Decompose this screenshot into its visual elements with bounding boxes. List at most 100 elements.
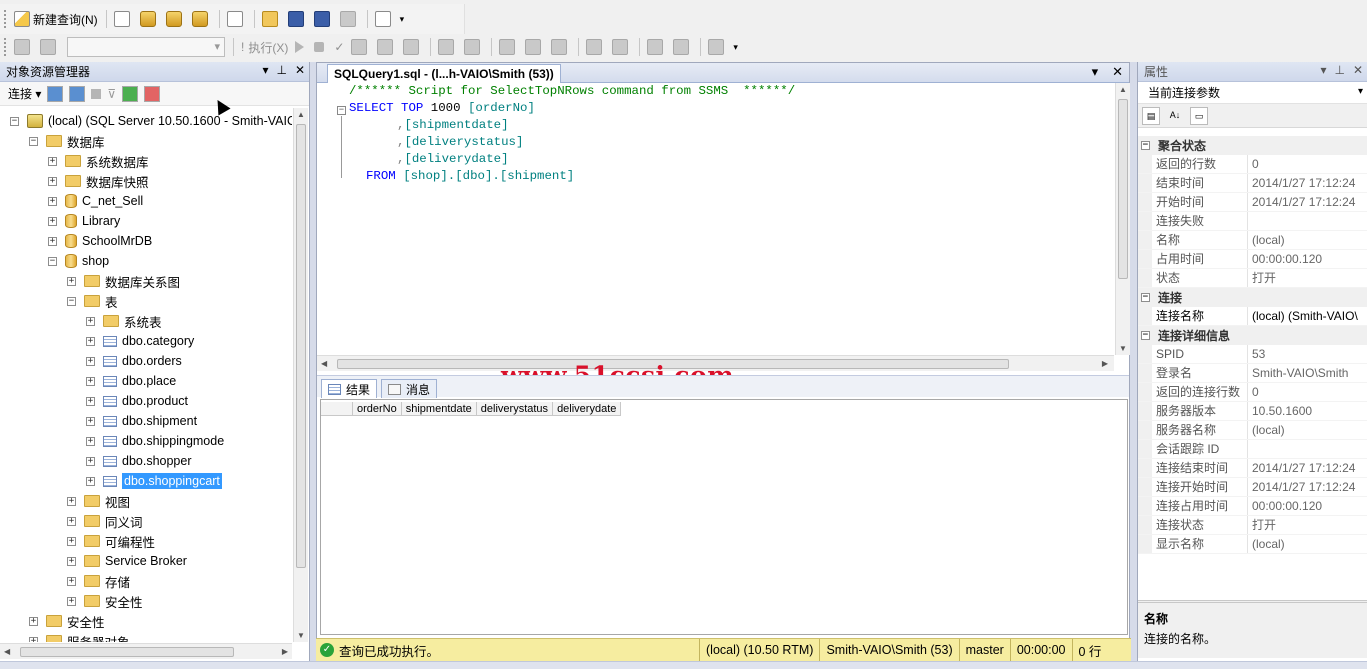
refresh-icon[interactable] — [122, 85, 139, 102]
tree-node[interactable]: − shop — [48, 251, 109, 271]
tree-node[interactable]: + 数据库快照 — [48, 171, 149, 191]
collapse-icon[interactable]: − — [67, 296, 76, 306]
connect-button[interactable] — [11, 36, 36, 58]
expand-icon[interactable]: + — [48, 196, 57, 206]
property-row[interactable]: 状态 打开 — [1138, 269, 1367, 288]
property-row[interactable]: SPID 53 — [1138, 345, 1367, 364]
column-header[interactable]: deliverystatus — [476, 402, 554, 416]
property-row[interactable]: 占用时间 00:00:00.120 — [1138, 250, 1367, 269]
toolbar-grip[interactable] — [4, 10, 8, 28]
tree-node[interactable]: + C_net_Sell — [48, 191, 143, 211]
scroll-right-icon[interactable]: ▶ — [1102, 359, 1108, 368]
property-row[interactable]: 会话跟踪 ID — [1138, 440, 1367, 459]
scroll-up-icon[interactable]: ▲ — [297, 110, 305, 119]
stop-icon[interactable] — [91, 88, 102, 99]
expand-icon[interactable]: + — [48, 176, 57, 186]
decrease-indent-button[interactable] — [644, 36, 669, 58]
expand-icon[interactable]: + — [67, 276, 76, 286]
new-file-button[interactable] — [111, 8, 136, 30]
object-explorer-hscrollbar[interactable]: ◀ ▶ — [0, 643, 292, 659]
dmx-query-button[interactable] — [163, 8, 188, 30]
property-pages-icon[interactable]: ▭ — [1190, 106, 1208, 125]
alphabetical-icon[interactable]: A↓ — [1166, 107, 1184, 125]
scroll-right-icon[interactable]: ▶ — [282, 647, 288, 656]
connect-object-explorer-icon[interactable] — [47, 85, 64, 102]
tree-node[interactable]: + 系统数据库 — [48, 151, 149, 171]
expand-icon[interactable]: + — [86, 356, 95, 366]
tree-node[interactable]: + Library — [48, 211, 120, 231]
tree-node[interactable]: + dbo.shoppingcart — [86, 471, 222, 491]
property-row[interactable]: 显示名称 (local) — [1138, 535, 1367, 554]
column-header[interactable]: orderNo — [353, 402, 402, 416]
property-row[interactable]: 返回的连接行数 0 — [1138, 383, 1367, 402]
close-icon[interactable]: ✕ — [1353, 63, 1363, 77]
expand-icon[interactable]: + — [86, 456, 95, 466]
expand-icon[interactable]: + — [86, 376, 95, 386]
column-header[interactable]: deliverydate — [553, 402, 622, 416]
tab-results[interactable]: 结果 — [321, 379, 378, 398]
collapse-icon[interactable]: − — [1141, 331, 1150, 340]
property-row[interactable]: 登录名 Smith-VAIO\Smith — [1138, 364, 1367, 383]
activity-monitor-icon[interactable] — [144, 85, 161, 102]
results-to-text-button[interactable] — [496, 36, 521, 58]
scroll-thumb[interactable] — [1118, 99, 1128, 279]
sql-code-editor[interactable]: − /****** Script for SelectTopNRows comm… — [317, 83, 1114, 355]
scroll-thumb[interactable] — [296, 124, 306, 568]
object-explorer-vscrollbar[interactable]: ▲ ▼ — [293, 108, 308, 642]
pin-icon[interactable]: ⊥ — [1334, 63, 1344, 77]
query-designer-button[interactable] — [374, 36, 399, 58]
expand-icon[interactable]: + — [86, 316, 95, 326]
expand-icon[interactable]: + — [29, 616, 38, 626]
properties-object-select[interactable]: 当前连接参数 — [1138, 82, 1367, 104]
expand-icon[interactable]: + — [86, 476, 95, 486]
tree-node[interactable]: + 同义词 — [67, 511, 143, 531]
available-databases-select[interactable] — [67, 37, 225, 57]
tree-node[interactable]: + 系统表 — [86, 311, 162, 331]
tree-node[interactable]: + 安全性 — [67, 591, 143, 611]
results-grid[interactable]: orderNo shipmentdate deliverystatus deliver… — [320, 399, 1128, 635]
uncomment-button[interactable] — [609, 36, 634, 58]
toolbar-overflow-icon[interactable]: ▾ — [733, 42, 738, 53]
specify-template-button[interactable] — [705, 36, 730, 58]
property-row[interactable]: 开始时间 2014/1/27 17:12:24 — [1138, 193, 1367, 212]
property-category[interactable]: − 聚合状态 — [1138, 136, 1367, 155]
column-header[interactable]: shipmentdate — [401, 402, 477, 416]
tree-node[interactable]: − (local) (SQL Server 10.50.1600 - Smith-… — [10, 111, 292, 131]
print-button[interactable] — [337, 8, 362, 30]
scroll-left-icon[interactable]: ◀ — [4, 647, 10, 656]
close-icon[interactable]: ✕ — [295, 63, 305, 77]
xmla-query-button[interactable] — [189, 8, 214, 30]
disconnect-icon[interactable] — [69, 85, 86, 102]
expand-icon[interactable]: + — [67, 556, 76, 566]
scroll-down-icon[interactable]: ▼ — [297, 631, 305, 640]
property-row[interactable]: 连接占用时间 00:00:00.120 — [1138, 497, 1367, 516]
cancel-query-button[interactable] — [311, 36, 330, 58]
collapse-icon[interactable]: − — [337, 106, 346, 115]
expand-icon[interactable]: + — [86, 416, 95, 426]
activity-monitor-button[interactable] — [372, 8, 397, 30]
scroll-up-icon[interactable]: ▲ — [1119, 85, 1127, 94]
collapse-icon[interactable]: − — [1141, 141, 1150, 150]
collapse-icon[interactable]: − — [10, 116, 19, 126]
expand-icon[interactable]: + — [48, 216, 57, 226]
property-category[interactable]: − 连接 — [1138, 288, 1367, 307]
comment-button[interactable] — [583, 36, 608, 58]
increase-indent-button[interactable] — [670, 36, 695, 58]
editor-vscrollbar[interactable]: ▲ ▼ — [1115, 83, 1130, 355]
collapse-icon[interactable]: − — [48, 256, 57, 266]
toolbar-overflow-icon[interactable]: ▾ — [400, 14, 405, 25]
expand-icon[interactable]: + — [67, 596, 76, 606]
debug-button[interactable] — [292, 36, 310, 58]
tree-node[interactable]: + 安全性 — [29, 611, 105, 631]
filter-icon[interactable]: ⊽ — [107, 87, 116, 101]
tab-sqlquery1[interactable]: SQLQuery1.sql - (l...h-VAIO\Smith (53)) — [327, 64, 561, 83]
save-button[interactable] — [285, 8, 310, 30]
tree-node[interactable]: + dbo.shippingmode — [86, 431, 224, 451]
scroll-down-icon[interactable]: ▼ — [1119, 344, 1127, 353]
property-row[interactable]: 结束时间 2014/1/27 17:12:24 — [1138, 174, 1367, 193]
open-file-button[interactable] — [259, 8, 284, 30]
toolbar-grip[interactable] — [4, 38, 8, 56]
scroll-left-icon[interactable]: ◀ — [321, 359, 327, 368]
collapse-icon[interactable]: − — [29, 136, 38, 146]
scroll-thumb[interactable] — [20, 647, 234, 657]
